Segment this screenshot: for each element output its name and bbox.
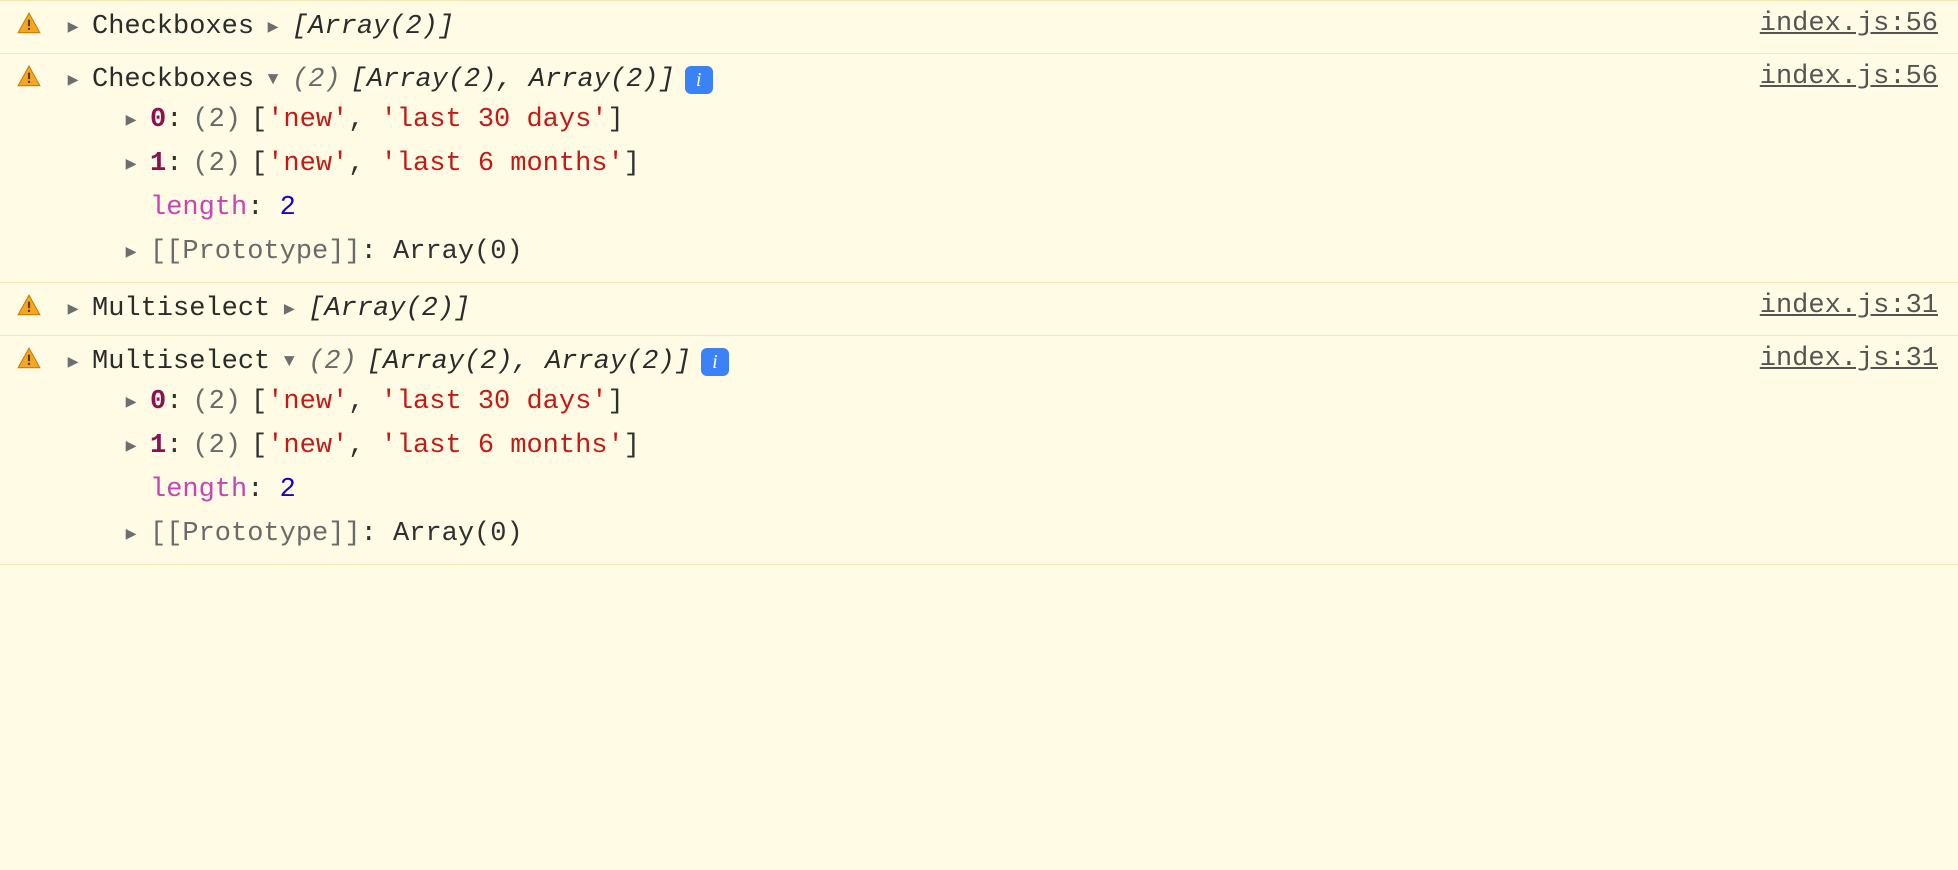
console-row: Checkboxes [Array(2)] index.js:56 bbox=[0, 0, 1958, 54]
array-preview[interactable]: [Array(2), Array(2)] bbox=[367, 347, 691, 377]
gutter bbox=[16, 9, 64, 37]
expand-toggle-icon[interactable] bbox=[264, 18, 282, 36]
log-label: Multiselect bbox=[92, 294, 270, 324]
summary-line: Multiselect [Array(2)] bbox=[64, 291, 1744, 327]
array-preview[interactable]: [Array(2), Array(2)] bbox=[351, 65, 675, 95]
entry-count: (2) bbox=[192, 149, 241, 179]
property-value: 2 bbox=[280, 475, 296, 505]
prototype-property[interactable]: [[Prototype]]: Array(0) bbox=[122, 230, 1744, 274]
row-body: Multiselect (2) [Array(2), Array(2)] i 0… bbox=[64, 344, 1744, 556]
expand-toggle-icon[interactable] bbox=[280, 300, 298, 318]
expanded-children: 0: (2) ['new', 'last 30 days'] 1: (2) ['… bbox=[64, 98, 1744, 274]
property-value: Array(0) bbox=[393, 519, 523, 549]
source-link[interactable]: index.js:31 bbox=[1744, 344, 1938, 374]
expand-toggle-icon[interactable] bbox=[122, 155, 140, 173]
console-row: Checkboxes (2) [Array(2), Array(2)] i 0:… bbox=[0, 54, 1958, 283]
entry-index: 1 bbox=[150, 149, 166, 179]
property-value: Array(0) bbox=[393, 237, 523, 267]
gutter bbox=[16, 344, 64, 372]
expand-toggle-icon[interactable] bbox=[64, 353, 82, 371]
property-name: [[Prototype]] bbox=[150, 519, 361, 549]
property-value: 2 bbox=[280, 193, 296, 223]
source-link[interactable]: index.js:56 bbox=[1744, 62, 1938, 92]
expand-toggle-icon[interactable] bbox=[122, 525, 140, 543]
array-entry[interactable]: 0: (2) ['new', 'last 30 days'] bbox=[122, 380, 1744, 424]
gutter bbox=[16, 62, 64, 90]
row-body: Checkboxes (2) [Array(2), Array(2)] i 0:… bbox=[64, 62, 1744, 274]
expanded-children: 0: (2) ['new', 'last 30 days'] 1: (2) ['… bbox=[64, 380, 1744, 556]
summary-line: Multiselect (2) [Array(2), Array(2)] i bbox=[64, 344, 1744, 380]
entry-count: (2) bbox=[192, 431, 241, 461]
array-count: (2) bbox=[292, 65, 341, 95]
gutter bbox=[16, 291, 64, 319]
row-body: Multiselect [Array(2)] bbox=[64, 291, 1744, 327]
entry-index: 0 bbox=[150, 387, 166, 417]
log-label: Multiselect bbox=[92, 347, 270, 377]
console-row: Multiselect (2) [Array(2), Array(2)] i 0… bbox=[0, 336, 1958, 565]
length-property: length: 2 bbox=[122, 186, 1744, 230]
entry-index: 1 bbox=[150, 431, 166, 461]
array-entry[interactable]: 1: (2) ['new', 'last 6 months'] bbox=[122, 424, 1744, 468]
entry-count: (2) bbox=[192, 105, 241, 135]
entry-values: ['new', 'last 30 days'] bbox=[251, 387, 624, 417]
log-label: Checkboxes bbox=[92, 65, 254, 95]
expand-toggle-icon[interactable] bbox=[122, 243, 140, 261]
array-count: (2) bbox=[308, 347, 357, 377]
console-row: Multiselect [Array(2)] index.js:31 bbox=[0, 283, 1958, 336]
source-link[interactable]: index.js:31 bbox=[1744, 291, 1938, 321]
expand-toggle-icon[interactable] bbox=[280, 353, 298, 371]
expand-toggle-icon[interactable] bbox=[64, 18, 82, 36]
property-name: length bbox=[150, 475, 247, 505]
summary-line: Checkboxes (2) [Array(2), Array(2)] i bbox=[64, 62, 1744, 98]
length-property: length: 2 bbox=[122, 468, 1744, 512]
summary-line: Checkboxes [Array(2)] bbox=[64, 9, 1744, 45]
row-body: Checkboxes [Array(2)] bbox=[64, 9, 1744, 45]
warning-icon bbox=[16, 64, 42, 90]
property-name: length bbox=[150, 193, 247, 223]
entry-values: ['new', 'last 6 months'] bbox=[251, 149, 640, 179]
log-label: Checkboxes bbox=[92, 12, 254, 42]
warning-icon bbox=[16, 293, 42, 319]
expand-toggle-icon[interactable] bbox=[122, 437, 140, 455]
entry-values: ['new', 'last 30 days'] bbox=[251, 105, 624, 135]
array-entry[interactable]: 0: (2) ['new', 'last 30 days'] bbox=[122, 98, 1744, 142]
array-preview[interactable]: [Array(2)] bbox=[308, 294, 470, 324]
expand-toggle-icon[interactable] bbox=[64, 71, 82, 89]
expand-toggle-icon[interactable] bbox=[264, 71, 282, 89]
entry-count: (2) bbox=[192, 387, 241, 417]
prototype-property[interactable]: [[Prototype]]: Array(0) bbox=[122, 512, 1744, 556]
info-icon[interactable]: i bbox=[685, 66, 713, 94]
source-link[interactable]: index.js:56 bbox=[1744, 9, 1938, 39]
array-entry[interactable]: 1: (2) ['new', 'last 6 months'] bbox=[122, 142, 1744, 186]
entry-index: 0 bbox=[150, 105, 166, 135]
property-name: [[Prototype]] bbox=[150, 237, 361, 267]
array-preview[interactable]: [Array(2)] bbox=[292, 12, 454, 42]
info-icon[interactable]: i bbox=[701, 348, 729, 376]
expand-toggle-icon[interactable] bbox=[64, 300, 82, 318]
entry-values: ['new', 'last 6 months'] bbox=[251, 431, 640, 461]
warning-icon bbox=[16, 11, 42, 37]
expand-toggle-icon[interactable] bbox=[122, 111, 140, 129]
expand-toggle-icon[interactable] bbox=[122, 393, 140, 411]
warning-icon bbox=[16, 346, 42, 372]
